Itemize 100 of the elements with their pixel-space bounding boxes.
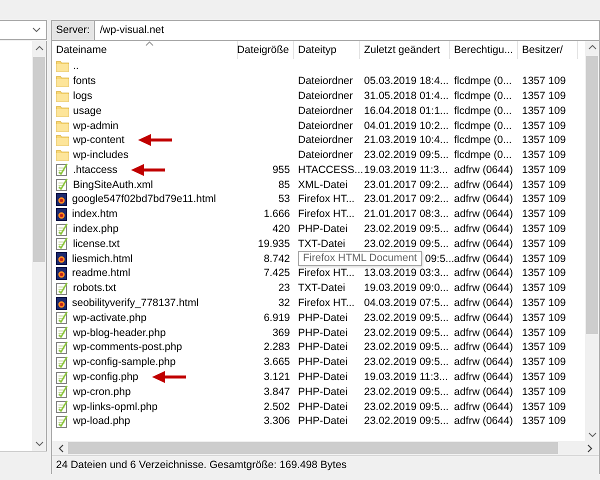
chevron-down-icon[interactable] (588, 432, 596, 438)
table-cell-text: Firefox HT... (297, 207, 356, 222)
folder-icon (56, 149, 69, 162)
file-name[interactable]: usage (73, 104, 102, 118)
file-name[interactable]: wp-activate.php (73, 310, 147, 325)
status-text: 24 Dateien und 6 Verzeichnisse. Gesamtgröße: 169.498 Bytes (56, 459, 347, 472)
chevron-down-icon[interactable] (34, 441, 44, 447)
table-cell-text: Dateiordner (297, 88, 354, 104)
file-name[interactable]: wp-includes (73, 148, 128, 162)
scrollbar[interactable] (585, 40, 599, 442)
table-cell-text: adfrw (0644) (453, 236, 514, 252)
table-cell-text: 420 (271, 222, 291, 236)
browser-file-icon (56, 252, 68, 266)
table-cell-text: Dateiordner (297, 118, 354, 133)
table-cell-text: 23.01.2017 09:2... (363, 178, 450, 192)
file-name[interactable]: google547f02bd7bd79e11.html (72, 192, 216, 206)
text-file-icon (56, 311, 69, 324)
file-name[interactable]: logs (73, 88, 92, 103)
scrollbar[interactable] (32, 41, 46, 451)
table-cell-text: flcdmpe (0... (453, 148, 513, 162)
table-cell-text: 13.03.2019 03:3... (363, 266, 450, 281)
chevron-up-icon[interactable] (588, 44, 596, 50)
table-cell-text: PHP-Datei (297, 400, 349, 414)
file-name[interactable]: wp-cron.php (73, 384, 131, 399)
folder-icon (56, 90, 69, 102)
file-name[interactable]: BingSiteAuth.xml (73, 178, 153, 192)
table-cell-text: 955 (271, 162, 291, 178)
table-cell-text: adfrw (0644) (453, 178, 514, 192)
table-cell-text: 1357 109 (521, 355, 567, 370)
scrollbar-thumb[interactable] (68, 442, 558, 454)
table-cell-text: 04.03.2019 07:5... (363, 296, 450, 310)
file-name[interactable]: wp-links-opml.php (73, 400, 158, 414)
table-cell-text: 1357 109 (521, 266, 567, 281)
table-cell-text: Firefox HT... (297, 192, 356, 207)
table-cell-text: 1357 109 (521, 236, 567, 252)
table-cell-text: Firefox HT... (297, 266, 356, 281)
folder-icon (56, 60, 69, 72)
table-cell-text: 19.03.2019 11:3... (363, 370, 449, 384)
file-name[interactable]: wp-content (73, 133, 124, 148)
table-cell-text: Dateiordner (297, 148, 354, 162)
file-name[interactable]: wp-config.php (73, 370, 138, 384)
file-name[interactable]: .. (73, 59, 79, 74)
file-name[interactable]: wp-blog-header.php (73, 326, 166, 340)
file-name[interactable]: .htaccess (73, 162, 118, 177)
scrollbar-thumb[interactable] (586, 56, 598, 334)
table-cell-text: 3.847 (262, 384, 291, 400)
chevron-up-icon[interactable] (34, 45, 44, 51)
folder-icon (56, 104, 69, 117)
table-cell-text: 3.665 (262, 355, 291, 370)
column-header[interactable]: Besitzer/ (518, 40, 578, 59)
file-name[interactable]: wp-config-sample.php (73, 355, 176, 370)
file-name[interactable]: index.php (73, 222, 119, 236)
table-cell-text: 1357 109 (521, 296, 567, 310)
text-file-icon (56, 400, 69, 414)
column-header[interactable]: Zuletzt geändert (360, 40, 450, 59)
column-header[interactable]: Dateigröße (238, 40, 294, 59)
table-cell-text: TXT-Datei (297, 281, 346, 296)
browser-file-icon (56, 208, 68, 221)
table-cell-text: 2.502 (262, 400, 291, 414)
chevron-down-icon[interactable] (32, 27, 41, 33)
file-name[interactable]: seobilityverify_778137.html (72, 296, 199, 310)
table-cell-text: HTACCESS... (297, 162, 360, 178)
text-file-icon (56, 326, 69, 340)
column-header[interactable]: Dateiname (52, 40, 238, 59)
table-cell-text: PHP-Datei (297, 222, 349, 236)
table-cell-text: 23.02.2019 09:5... (363, 384, 450, 400)
table-cell-text: 3.121 (262, 370, 291, 384)
chevron-right-icon[interactable] (587, 444, 593, 453)
file-name[interactable]: fonts (73, 74, 96, 88)
file-name[interactable]: readme.html (72, 266, 130, 280)
folder-icon (56, 75, 69, 88)
table-cell-text: Dateiordner (297, 74, 354, 89)
table-cell-text: 1357 109 (521, 414, 567, 429)
table-cell-text: adfrw (0644) (453, 355, 514, 370)
column-header[interactable]: Berechtigu... (450, 40, 518, 59)
table-cell-text: 1357 109 (521, 118, 567, 133)
text-file-icon (56, 340, 69, 354)
table-cell-text: adfrw (0644) (453, 222, 514, 236)
table-cell-text: adfrw (0644) (453, 266, 514, 281)
chevron-left-icon[interactable] (58, 444, 64, 453)
table-cell-text: flcdmpe (0... (453, 133, 513, 148)
file-name[interactable]: wp-admin (73, 118, 119, 132)
table-cell-text: 1357 109 (521, 207, 567, 222)
table-cell-text: 1357 109 (521, 281, 567, 296)
column-header[interactable]: Dateityp (294, 40, 360, 59)
file-name[interactable]: wp-comments-post.php (73, 340, 182, 354)
scrollbar-thumb[interactable] (33, 57, 45, 262)
table-cell-text: 05.03.2019 18:4... (363, 74, 450, 89)
text-file-icon (56, 356, 69, 369)
file-name[interactable]: wp-load.php (73, 414, 130, 428)
file-name[interactable]: robots.txt (73, 281, 116, 296)
server-label: Server: (52, 21, 95, 40)
table-cell-text: PHP-Datei (297, 370, 349, 384)
file-name[interactable]: license.txt (73, 236, 120, 251)
file-name[interactable]: index.htm (72, 207, 118, 222)
server-path-field[interactable]: /wp-visual.net (94, 21, 599, 40)
table-cell-text: adfrw (0644) (453, 340, 514, 355)
table-cell-text: 23.02.2019 09:5... (363, 310, 450, 326)
file-name[interactable]: liesmich.html (72, 252, 133, 266)
table-cell-text: PHP-Datei (297, 340, 349, 355)
